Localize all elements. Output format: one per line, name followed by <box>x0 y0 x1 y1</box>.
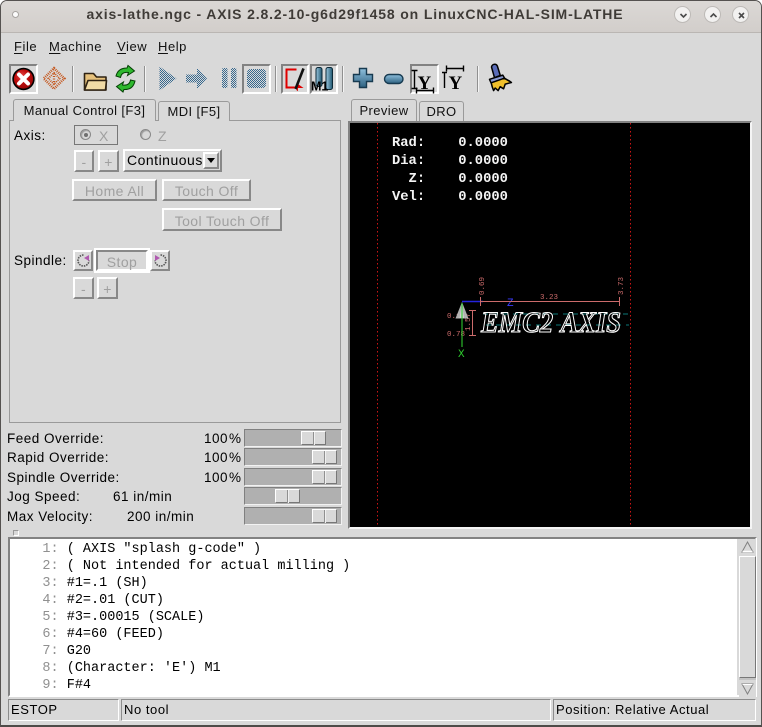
svg-text:0.69: 0.69 <box>479 277 487 295</box>
svg-text:Z: 0.0000: Z: 0.0000 <box>392 172 508 187</box>
svg-text:Rad: 0.0000: Rad: 0.0000 <box>392 135 508 151</box>
svg-text:Dia: 0.0000: Dia: 0.0000 <box>392 153 508 169</box>
svg-text:Vel: 0.0000: Vel: 0.0000 <box>392 189 508 205</box>
svg-text:3.23: 3.23 <box>540 294 559 302</box>
svg-text:Y: Y <box>418 73 432 94</box>
svg-text:X: X <box>458 349 465 361</box>
svg-text:EMC2 AXIS: EMC2 AXIS <box>480 306 621 339</box>
svg-text:3.73: 3.73 <box>618 276 626 295</box>
svg-text:M1: M1 <box>311 80 328 94</box>
svg-text:Y: Y <box>449 73 463 94</box>
